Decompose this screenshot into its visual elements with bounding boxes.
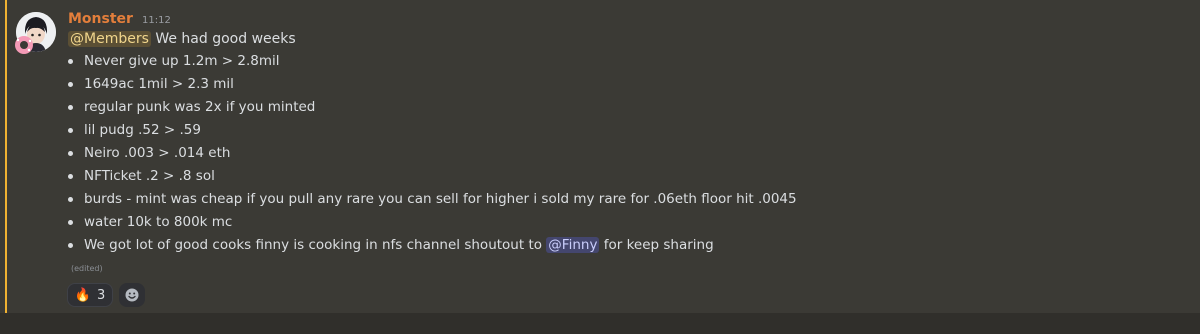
message-intro: @Members We had good weeks xyxy=(68,30,296,48)
list-item: regular punk was 2x if you minted xyxy=(68,98,797,121)
list-item-text: for keep sharing xyxy=(599,237,714,253)
list-item: We got lot of good cooks finny is cookin… xyxy=(68,236,797,259)
list-item: 1649ac 1mil > 2.3 mil xyxy=(68,75,797,98)
mention-highlight-bar xyxy=(5,0,7,313)
bullet-list: Never give up 1.2m > 2.8mil 1649ac 1mil … xyxy=(68,52,797,259)
list-item: burds - mint was cheap if you pull any r… xyxy=(68,190,797,213)
list-item: Neiro .003 > .014 eth xyxy=(68,144,797,167)
fire-reaction-button[interactable]: 🔥 3 xyxy=(67,283,113,307)
list-item: NFTicket .2 > .8 sol xyxy=(68,167,797,190)
timestamp[interactable]: 11:12 xyxy=(142,15,171,26)
fire-icon: 🔥 xyxy=(74,287,91,303)
add-reaction-icon xyxy=(125,288,139,302)
chat-message[interactable]: Monster 11:12 @Members We had good weeks… xyxy=(0,0,1200,313)
list-item-text: We got lot of good cooks finny is cookin… xyxy=(84,237,547,253)
list-item: water 10k to 800k mc xyxy=(68,213,797,236)
reaction-count: 3 xyxy=(96,287,106,303)
members-mention[interactable]: @Members xyxy=(68,31,151,47)
finny-mention[interactable]: @Finny xyxy=(546,237,600,253)
list-item: lil pudg .52 > .59 xyxy=(68,121,797,144)
avatar-decoration-icon xyxy=(13,34,35,56)
list-item: Never give up 1.2m > 2.8mil xyxy=(68,52,797,75)
intro-text: We had good weeks xyxy=(150,31,296,47)
username[interactable]: Monster xyxy=(68,11,133,27)
message-header: Monster 11:12 xyxy=(68,8,171,28)
add-reaction-button[interactable] xyxy=(119,283,145,307)
edited-label: (edited) xyxy=(71,264,103,273)
